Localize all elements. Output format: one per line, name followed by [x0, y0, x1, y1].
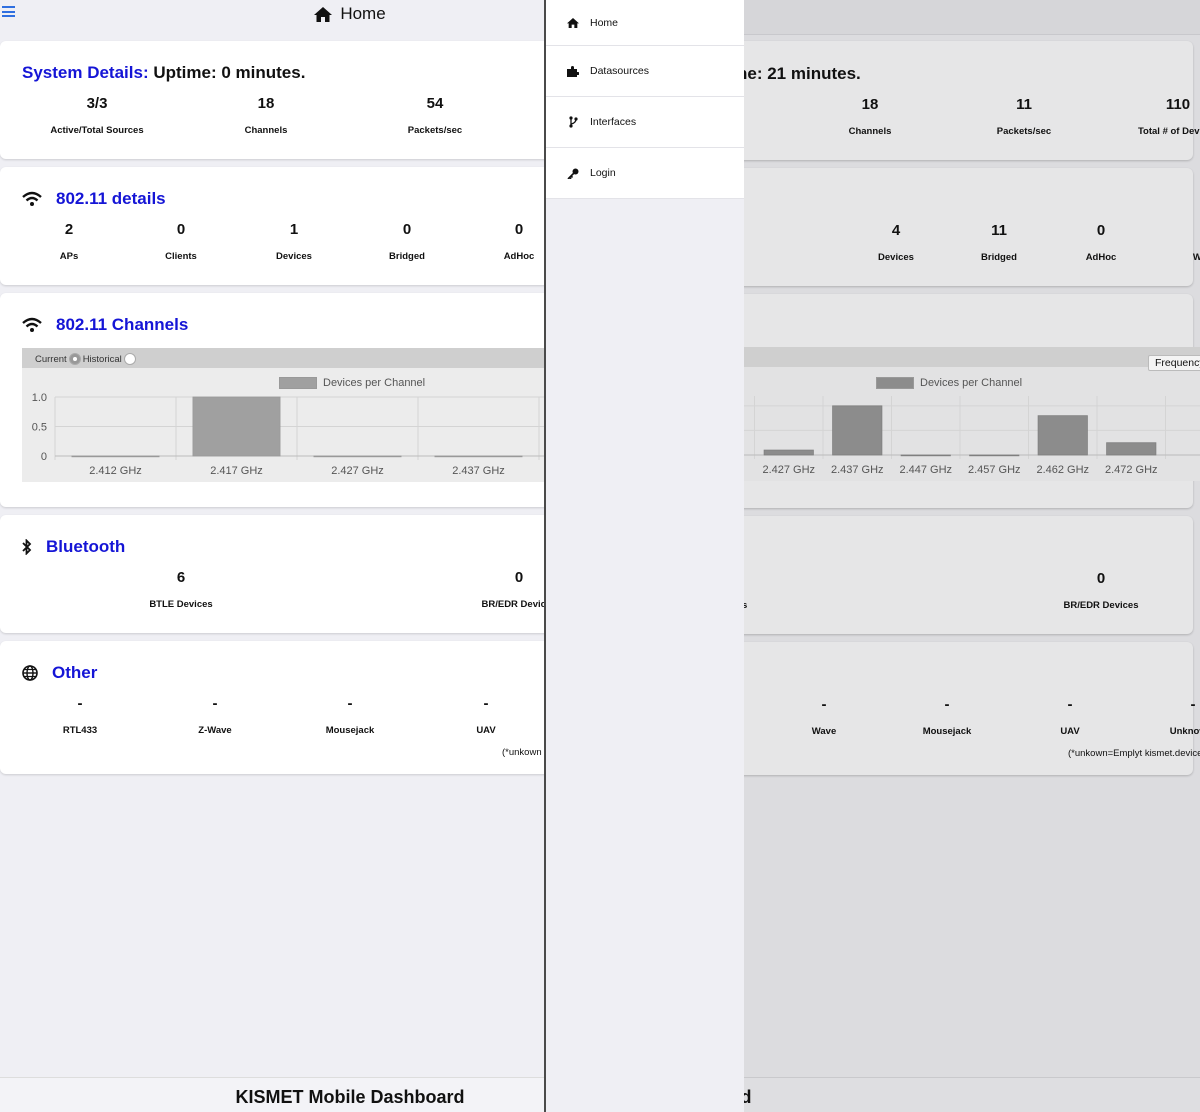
drawer-item-label: Login [590, 167, 616, 179]
navbar: Home [0, 0, 544, 28]
stat-adhoc: 0 AdHoc [503, 221, 535, 262]
system-details-card: System Details: Uptime: 0 minutes. 3/3 Ac… [0, 41, 544, 159]
card-title: Other [22, 663, 97, 683]
x-tick-label: 2.457 GHz [968, 464, 1021, 476]
card-title: 802.11 details [22, 189, 166, 209]
home-icon [567, 17, 579, 28]
stat-unknown: -Unknown* [1169, 696, 1200, 737]
x-tick-label: 2.462 GHz [1036, 464, 1089, 476]
x-tick-label: 2.472 GHz [1105, 464, 1158, 476]
unknown-note: (*unkown=Emplyt kismet.device.basetype) [1068, 748, 1200, 759]
wifi-title: 802.11 details [56, 189, 166, 208]
card-title: 802.11 Channels [22, 315, 188, 335]
chart-bar [71, 455, 160, 458]
stat-active-sources: 3/3 Active/Total Sources [50, 95, 144, 136]
puzzle-icon [567, 65, 579, 77]
stat-channels: 18 Channels [848, 96, 892, 137]
key-icon [567, 168, 579, 179]
uptime-text: ne: 21 minutes. [737, 64, 861, 83]
chart-bar [434, 455, 523, 458]
chart-bar [1037, 415, 1088, 456]
y-tick-label: 1.0 [32, 392, 47, 404]
x-tick-label: 2.447 GHz [899, 464, 952, 476]
bluetooth-icon [22, 539, 32, 555]
chart-bar [969, 454, 1020, 457]
drawer-item-label: Interfaces [590, 116, 637, 128]
globe-icon [22, 665, 38, 681]
drawer-item-label: Home [590, 16, 619, 29]
chart-plot: 1.0 0.5 0 2.412 GHz 2.417 GHz 2.427 GHz 2.437 … [32, 392, 544, 477]
card-title: Bluetooth [22, 537, 125, 557]
other-title: Other [52, 663, 98, 682]
footer-title: KISMET Mobile Dashboard [0, 1077, 544, 1112]
left-pane: Home System Details: Uptime: 0 minutes. … [0, 0, 544, 1112]
wifi-channels-card: 802.11 Channels Current Historical Devic… [0, 293, 544, 507]
stat-bredr: 0BR/EDR Devices [1063, 570, 1139, 611]
stat-btle: 6 BTLE Devices [149, 569, 213, 610]
drawer-item-label: Datasources [590, 65, 649, 77]
wifi-details-card: 802.11 details 2 APs 0 Clients 1 Devices 0B… [0, 167, 544, 285]
stat-channels: 18 Channels [244, 95, 288, 136]
chart-bar [900, 454, 951, 457]
x-tick-label: 2.427 GHz [762, 464, 815, 476]
other-card: Other - RTL433 - Z-Wave - Mousejack - UAV (*… [0, 641, 544, 774]
chart-bar [832, 405, 883, 456]
card-title: System Details: Uptime: 0 minutes. [22, 63, 305, 83]
drawer-item-login[interactable]: Login [546, 148, 744, 199]
x-tick-label: 2.417 GHz [210, 465, 263, 477]
unknown-note: (*unkown [502, 747, 542, 758]
branch-icon [568, 116, 578, 128]
channels-title: 802.11 Channels [56, 315, 189, 334]
x-tick-label: 2.437 GHz [452, 465, 505, 477]
bluetooth-title: Bluetooth [46, 537, 126, 556]
drawer-item-home[interactable]: Home [546, 0, 744, 46]
stat-wds: 0WDS [1192, 222, 1200, 263]
nav-title: Home [340, 4, 386, 23]
y-tick-label: 0.5 [32, 422, 47, 434]
wifi-icon [22, 317, 42, 332]
card-title: ne: 21 minutes. [737, 64, 861, 84]
stat-packets: 54 Packets/sec [407, 95, 463, 136]
stat-total-devices: 110Total # of Devices [1137, 96, 1200, 137]
stat-uav: - UAV [476, 695, 496, 736]
stat-packets: 11 Packets/sec [996, 96, 1052, 137]
y-tick-label: 0 [41, 451, 47, 463]
bluetooth-card: Bluetooth 6BTLE Devices 0BR/EDR Devices [0, 515, 544, 633]
stat-bredr: 0BR/EDR Devices [481, 569, 545, 610]
chart-bar [763, 449, 814, 456]
system-details-label: System Details: [22, 63, 149, 82]
channels-chart: Current Historical Devices per Channel 1… [22, 348, 544, 482]
drawer-item-datasources[interactable]: Datasources [546, 46, 744, 97]
chart-bar [1106, 442, 1157, 456]
x-tick-label: 2.412 GHz [89, 465, 142, 477]
wifi-icon [22, 191, 42, 206]
home-icon [314, 6, 333, 22]
drawer-item-interfaces[interactable]: Interfaces [546, 97, 744, 148]
uptime-text: Uptime: 0 minutes. [153, 63, 306, 82]
right-pane: Home ne: 21 minutes. 18Channels 11Packet… [546, 0, 1200, 1112]
chart-bar [313, 455, 402, 458]
x-tick-label: 2.427 GHz [331, 465, 384, 477]
x-tick-label: 2.437 GHz [831, 464, 884, 476]
chart-bar [192, 396, 281, 457]
side-drawer: Home Datasources Interfaces Login [546, 0, 744, 1112]
